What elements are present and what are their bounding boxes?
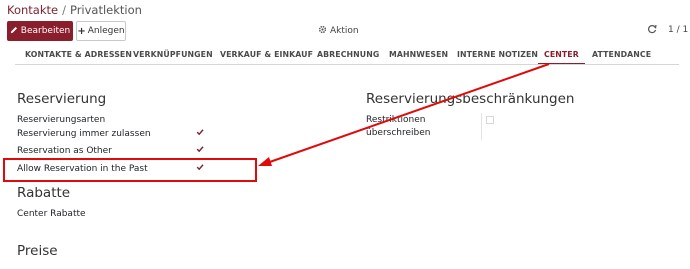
- annotation-arrow: [258, 63, 550, 166]
